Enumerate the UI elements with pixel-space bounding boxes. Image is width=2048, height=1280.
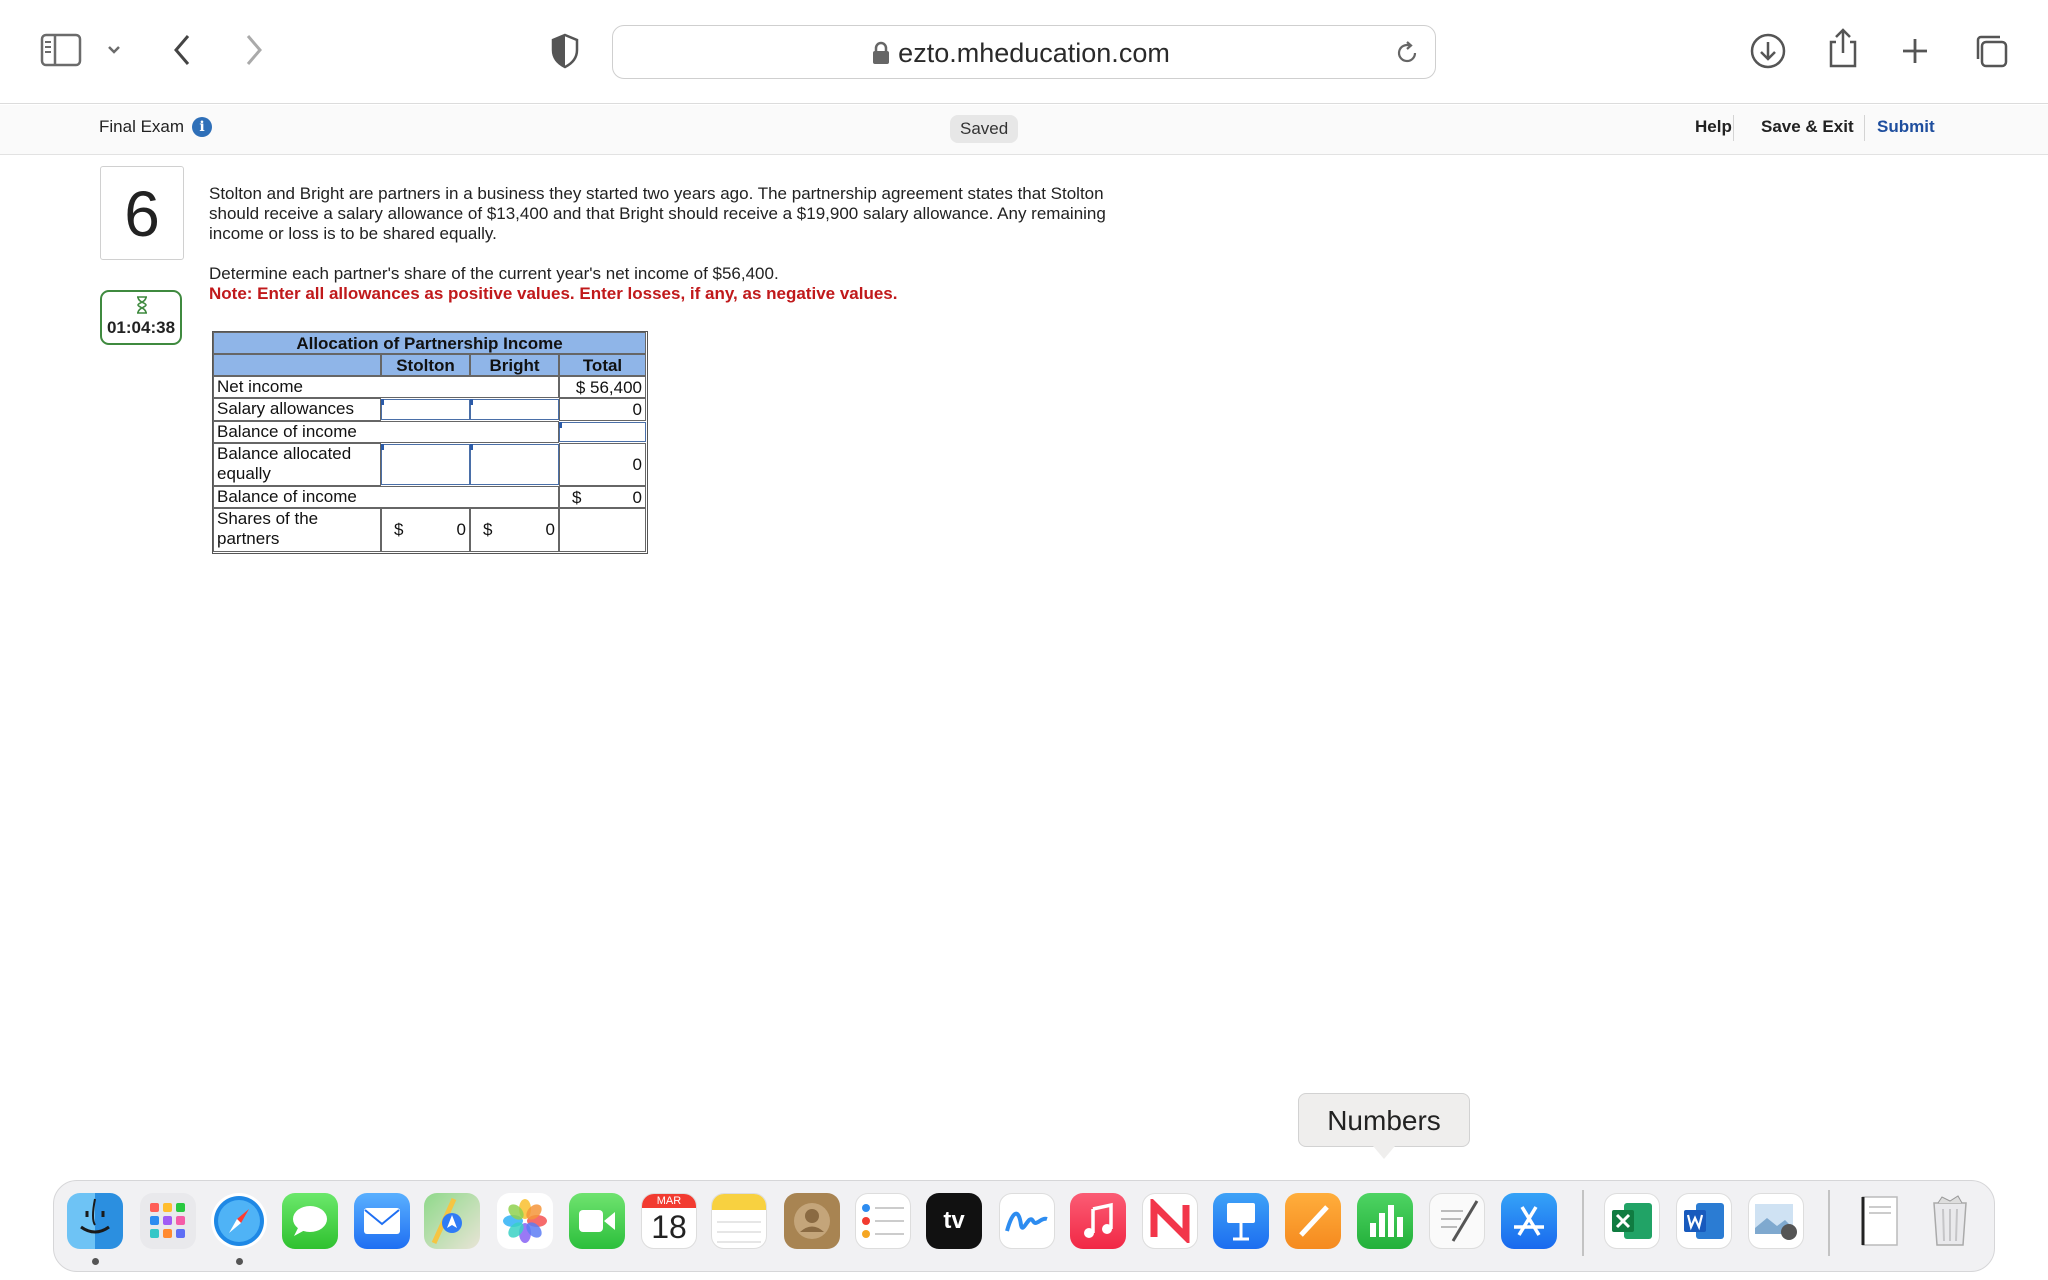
music-icon[interactable] [1070, 1193, 1126, 1249]
question-task: Determine each partner's share of the cu… [209, 264, 779, 283]
exam-title: Final Exam [99, 117, 185, 136]
pages-icon[interactable] [1285, 1193, 1341, 1249]
question-note: Note: Enter all allowances as positive v… [209, 284, 898, 303]
document-icon[interactable] [1851, 1193, 1907, 1249]
new-tab-icon[interactable] [1898, 34, 1932, 68]
shares-stolton-dollar-sign: $ [394, 520, 404, 539]
allocated-total: 0 [559, 443, 646, 486]
tab-overview-icon[interactable] [1972, 32, 2010, 70]
keynote-icon[interactable] [1213, 1193, 1269, 1249]
allocated-stolton-input[interactable] [381, 444, 470, 485]
shares-stolton-value: 0 [456, 520, 466, 539]
reminders-icon[interactable] [855, 1193, 911, 1249]
row-label-salary-allowances: Salary allowances [213, 398, 381, 421]
url-text: ezto.mheducation.com [898, 38, 1170, 68]
salary-total: 0 [559, 398, 646, 421]
net-income-total: $ 56,400 [559, 376, 646, 398]
dock-divider [1582, 1190, 1584, 1256]
balance-of-income-total-input[interactable] [559, 422, 646, 442]
table-title: Allocation of Partnership Income [213, 332, 646, 354]
excel-icon[interactable] [1604, 1193, 1660, 1249]
balance-2-total-value: 0 [632, 488, 642, 507]
info-icon[interactable]: i [192, 117, 212, 137]
finder-running-indicator [92, 1258, 99, 1265]
timer: 01:04:38 [100, 290, 182, 345]
row-label-balance-of-income-2: Balance of income [213, 486, 559, 508]
row-label-shares-line-2: partners [217, 529, 280, 548]
dock-divider [1828, 1190, 1830, 1256]
row-label-shares-line-1: Shares of the [217, 509, 319, 528]
column-header-stolton: Stolton [381, 354, 470, 376]
safari-icon[interactable] [211, 1193, 267, 1249]
calendar-day: 18 [651, 1209, 687, 1245]
messages-icon[interactable] [282, 1193, 338, 1249]
allocated-bright-input[interactable] [470, 444, 559, 485]
balance-2-dollar-sign: $ [572, 488, 582, 507]
question-text: Stolton and Bright are partners in a bus… [209, 184, 1106, 243]
share-icon[interactable] [1826, 26, 1860, 70]
facetime-icon[interactable] [569, 1193, 625, 1249]
address-bar[interactable]: ezto.mheducation.com [612, 25, 1436, 79]
news-icon[interactable] [1142, 1193, 1198, 1249]
shield-icon[interactable] [548, 32, 582, 70]
word-icon[interactable] [1676, 1193, 1732, 1249]
saved-badge: Saved [950, 115, 1019, 143]
save-exit-link[interactable]: Save & Exit [1761, 117, 1854, 137]
divider [1864, 115, 1865, 141]
shares-total [559, 508, 646, 552]
question-number: 6 [100, 166, 184, 260]
dock-tooltip-tail [1373, 1146, 1395, 1159]
app-store-icon[interactable] [1501, 1193, 1557, 1249]
row-label-balance-of-income: Balance of income [213, 421, 559, 443]
allocation-table: Allocation of Partnership Income Stolton… [212, 331, 648, 554]
contacts-icon[interactable] [784, 1193, 840, 1249]
divider [1733, 115, 1734, 141]
safari-running-indicator [236, 1258, 243, 1265]
salary-stolton-input[interactable] [381, 399, 470, 420]
hourglass-icon [137, 296, 147, 314]
textedit-icon[interactable] [1429, 1193, 1485, 1249]
row-label-balance-allocated-line-2: equally [217, 464, 271, 483]
back-icon[interactable] [166, 32, 198, 68]
shares-bright: $ 0 [470, 508, 559, 552]
column-header-total: Total [559, 354, 646, 376]
photos-icon[interactable] [497, 1193, 553, 1249]
calendar-month: MAR [642, 1194, 696, 1208]
shares-bright-value: 0 [545, 520, 555, 539]
reload-icon[interactable] [1393, 39, 1421, 72]
row-label-balance-allocated-equally: Balance allocated equally [213, 443, 381, 486]
balance-2-total: $ 0 [559, 486, 646, 508]
calendar-icon[interactable]: MAR 18 [641, 1193, 697, 1249]
launchpad-icon[interactable] [140, 1193, 196, 1249]
preview-icon[interactable] [1748, 1193, 1804, 1249]
dock-tooltip: Numbers [1298, 1093, 1470, 1147]
help-link[interactable]: Help [1695, 117, 1732, 137]
exam-header: Final Exam i Saved Help Save & Exit Subm… [0, 105, 2048, 155]
numbers-icon[interactable] [1357, 1193, 1413, 1249]
mail-icon[interactable] [354, 1193, 410, 1249]
chevron-down-icon[interactable] [104, 40, 124, 60]
sidebar-icon[interactable] [40, 33, 82, 67]
table-header-blank [213, 354, 381, 376]
row-label-net-income: Net income [213, 376, 559, 398]
downloads-icon[interactable] [1748, 31, 1788, 71]
finder-icon[interactable] [67, 1193, 123, 1249]
freeform-icon[interactable] [999, 1193, 1055, 1249]
salary-bright-input[interactable] [470, 399, 559, 420]
apple-tv-icon[interactable]: tv [926, 1193, 982, 1249]
maps-icon[interactable] [424, 1193, 480, 1249]
trash-icon[interactable] [1922, 1193, 1978, 1249]
submit-link[interactable]: Submit [1877, 117, 1935, 137]
column-header-bright: Bright [470, 354, 559, 376]
notes-icon[interactable] [711, 1193, 767, 1249]
forward-icon[interactable] [238, 32, 270, 68]
row-label-balance-allocated-line-1: Balance allocated [217, 444, 352, 463]
timer-text: 01:04:38 [106, 318, 176, 337]
browser-toolbar: ezto.mheducation.com [0, 0, 2048, 104]
shares-stolton: $ 0 [381, 508, 470, 552]
row-label-shares-of-partners: Shares of the partners [213, 508, 381, 552]
shares-bright-dollar-sign: $ [483, 520, 493, 539]
